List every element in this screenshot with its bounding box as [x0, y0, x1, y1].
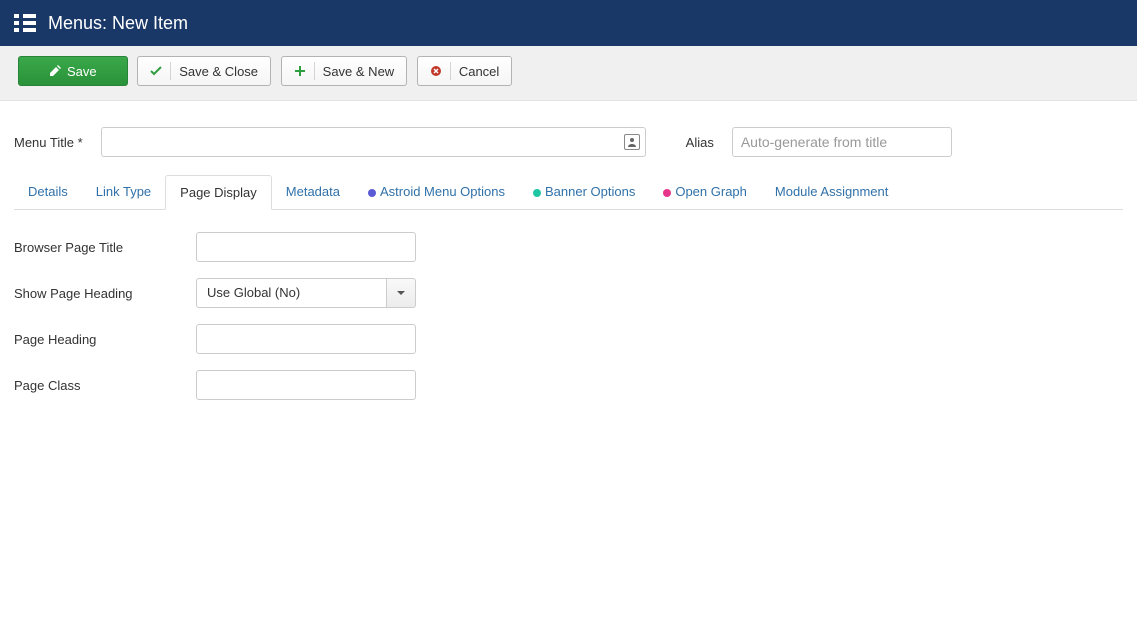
save-new-button[interactable]: Save & New	[281, 56, 408, 86]
tab-label: Link Type	[96, 184, 151, 199]
tab-details[interactable]: Details	[14, 175, 82, 209]
cancel-icon	[430, 62, 451, 80]
save-button-label: Save	[67, 64, 97, 79]
tab-label: Metadata	[286, 184, 340, 199]
tab-content-page-display: Browser Page Title Show Page Heading Use…	[14, 210, 1123, 400]
save-button[interactable]: Save	[18, 56, 128, 86]
alias-input[interactable]	[732, 127, 952, 157]
menu-icon[interactable]	[14, 12, 36, 34]
tab-banner-options[interactable]: Banner Options	[519, 175, 649, 209]
form-area: Menu Title * Alias Details Link Type Page …	[0, 101, 1137, 400]
show-page-heading-select[interactable]: Use Global (No)	[196, 278, 416, 308]
title-row: Menu Title * Alias	[14, 127, 1123, 157]
tab-astroid-menu-options[interactable]: Astroid Menu Options	[354, 175, 519, 209]
tab-page-display[interactable]: Page Display	[165, 175, 272, 210]
browser-page-title-label: Browser Page Title	[14, 240, 196, 255]
app-header: Menus: New Item	[0, 0, 1137, 46]
menu-title-input-wrap	[101, 127, 646, 157]
tabs: Details Link Type Page Display Metadata Astr…	[14, 175, 1123, 210]
browser-page-title-input[interactable]	[196, 232, 416, 262]
tab-module-assignment[interactable]: Module Assignment	[761, 175, 902, 209]
dot-icon	[533, 189, 541, 197]
tab-label: Open Graph	[675, 184, 747, 199]
dot-icon	[368, 189, 376, 197]
plus-icon	[294, 62, 315, 80]
chevron-down-icon[interactable]	[386, 278, 416, 308]
save-new-label: Save & New	[323, 64, 395, 79]
check-icon	[150, 62, 171, 80]
tab-label: Details	[28, 184, 68, 199]
show-page-heading-value: Use Global (No)	[196, 278, 386, 308]
tab-label: Module Assignment	[775, 184, 888, 199]
tab-open-graph[interactable]: Open Graph	[649, 175, 761, 209]
page-title: Menus: New Item	[48, 13, 188, 34]
toolbar: Save Save & Close Save & New Cancel	[0, 46, 1137, 101]
tab-label: Astroid Menu Options	[380, 184, 505, 199]
tab-metadata[interactable]: Metadata	[272, 175, 354, 209]
dot-icon	[663, 189, 671, 197]
tab-label: Page Display	[180, 185, 257, 200]
pencil-icon	[49, 65, 61, 77]
page-class-input[interactable]	[196, 370, 416, 400]
cancel-label: Cancel	[459, 64, 499, 79]
cancel-button[interactable]: Cancel	[417, 56, 512, 86]
tab-link-type[interactable]: Link Type	[82, 175, 165, 209]
menu-title-input[interactable]	[101, 127, 646, 157]
alias-label: Alias	[686, 135, 714, 150]
save-close-label: Save & Close	[179, 64, 258, 79]
show-page-heading-label: Show Page Heading	[14, 286, 196, 301]
page-class-label: Page Class	[14, 378, 196, 393]
page-heading-input[interactable]	[196, 324, 416, 354]
menu-title-label: Menu Title *	[14, 135, 83, 150]
page-heading-label: Page Heading	[14, 332, 196, 347]
save-close-button[interactable]: Save & Close	[137, 56, 271, 86]
tab-label: Banner Options	[545, 184, 635, 199]
person-badge-icon[interactable]	[624, 134, 640, 150]
